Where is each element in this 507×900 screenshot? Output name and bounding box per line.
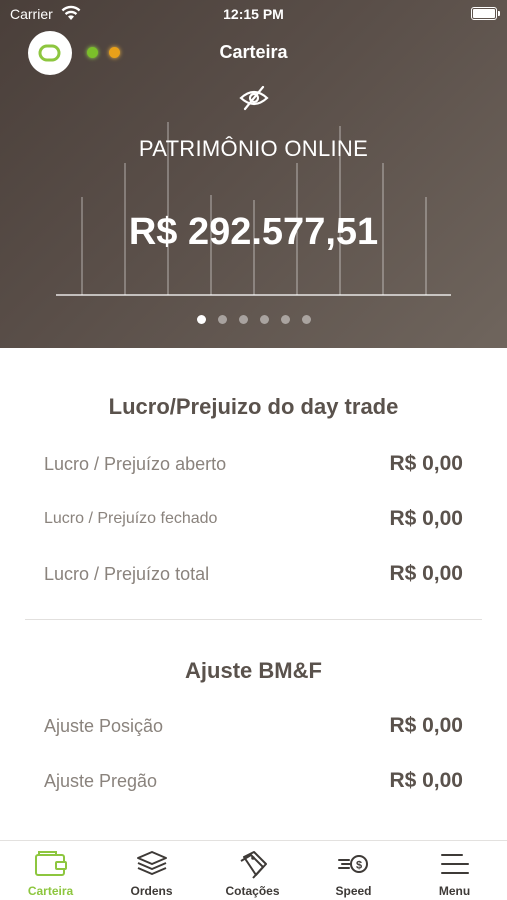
tab-cotacoes[interactable]: Cotações bbox=[202, 841, 303, 900]
portfolio-hero[interactable]: Carrier 12:15 PM Carteira PATRIMÔNIO ONL… bbox=[0, 0, 507, 348]
pl-closed-label: Lucro / Prejuízo fechado bbox=[44, 510, 218, 527]
layers-icon bbox=[136, 851, 167, 875]
tab-bar: Carteira Ordens Cotações $ Speed Menu bbox=[0, 840, 507, 900]
section-divider bbox=[25, 619, 482, 620]
tab-label: Carteira bbox=[27, 884, 74, 898]
pl-open-value: R$ 0,00 bbox=[389, 452, 463, 475]
session-adjust-label: Ajuste Pregão bbox=[44, 771, 158, 791]
pl-open-label: Lucro / Prejuízo aberto bbox=[44, 454, 227, 474]
speed-coin-icon: $ bbox=[337, 855, 368, 873]
svg-text:$: $ bbox=[355, 860, 361, 872]
pl-total-value: R$ 0,00 bbox=[389, 562, 463, 585]
pl-closed-value: R$ 0,00 bbox=[389, 507, 463, 530]
pl-total-label: Lucro / Prejuízo total bbox=[44, 564, 210, 584]
tab-speed[interactable]: $ Speed bbox=[303, 841, 404, 900]
menu-icon bbox=[440, 854, 469, 874]
carousel-page-indicator[interactable] bbox=[0, 315, 507, 324]
tab-label: Ordens bbox=[130, 884, 173, 898]
tab-label: Speed bbox=[335, 884, 372, 898]
page-dot[interactable] bbox=[217, 315, 227, 324]
tags-icon bbox=[239, 851, 267, 879]
position-adjust-value: R$ 0,00 bbox=[389, 714, 463, 737]
wallet-icon bbox=[34, 851, 67, 876]
tab-ordens[interactable]: Ordens bbox=[101, 841, 202, 900]
session-adjust-value: R$ 0,00 bbox=[389, 769, 463, 792]
balance-background-chart bbox=[56, 122, 451, 296]
page-dot[interactable] bbox=[238, 315, 248, 324]
tab-menu[interactable]: Menu bbox=[404, 841, 505, 900]
page-dot[interactable] bbox=[196, 315, 206, 324]
day-trade-title: Lucro/Prejuizo do day trade bbox=[108, 394, 399, 419]
balance-value: R$ 292.577,51 bbox=[128, 211, 379, 253]
page-dot[interactable] bbox=[259, 315, 269, 324]
bmf-title: Ajuste BM&F bbox=[185, 658, 322, 683]
page-dot[interactable] bbox=[280, 315, 290, 324]
position-adjust-label: Ajuste Posição bbox=[44, 716, 164, 736]
tab-label: Menu bbox=[438, 884, 471, 898]
tab-label: Cotações bbox=[225, 884, 280, 898]
page-dot[interactable] bbox=[301, 315, 311, 324]
tab-carteira[interactable]: Carteira bbox=[0, 841, 101, 900]
